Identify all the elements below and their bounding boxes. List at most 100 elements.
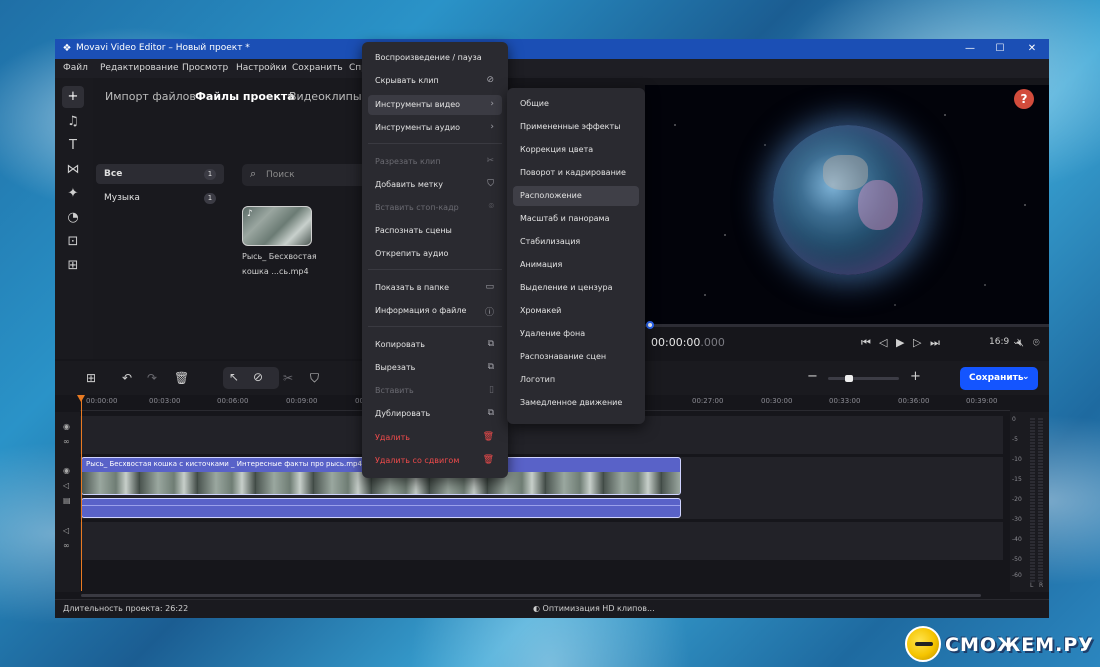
eye-icon[interactable]: ◉ <box>63 422 70 431</box>
tab-import-files[interactable]: Импорт файлов <box>105 90 196 103</box>
media-thumbnail[interactable]: ♪ <box>242 206 312 246</box>
tab-project-files[interactable]: Файлы проекта <box>195 90 295 103</box>
menu-item-show-in-folder[interactable]: Показать в папке ▭ <box>368 278 502 298</box>
submenu-item-stabilization[interactable]: Стабилизация <box>513 232 639 252</box>
skip-end-icon[interactable]: ⏭ <box>930 336 940 350</box>
undo-icon[interactable]: ↶ <box>122 371 132 385</box>
submenu-item-label: Примененные эффекты <box>520 122 621 131</box>
search-input[interactable]: ⌕ Поиск <box>242 164 367 186</box>
menu-item-cut[interactable]: Вырезать ⧉ <box>368 358 502 378</box>
mute-icon[interactable]: 🔇︎ <box>1017 336 1024 350</box>
trash-icon[interactable]: 🗑︎ <box>174 371 189 385</box>
menu-item-video-tools[interactable]: Инструменты видео › <box>368 95 502 115</box>
menu-item-paste[interactable]: Вставить ▯ <box>368 381 502 401</box>
save-button[interactable]: Сохранить ⌄ <box>960 367 1038 390</box>
import-plus-icon[interactable]: + <box>62 86 84 108</box>
stickers-icon[interactable]: ⊡ <box>62 231 84 253</box>
submenu-item-remove-background[interactable]: Удаление фона <box>513 324 639 344</box>
submenu-item-label: Замедленное движение <box>520 398 623 407</box>
menu-edit[interactable]: Редактирование <box>100 63 179 73</box>
submenu-item-applied-effects[interactable]: Примененные эффекты <box>513 117 639 137</box>
menu-item-split-clip[interactable]: Разрезать клип ✂ <box>368 152 502 172</box>
speaker-icon[interactable]: ◁ <box>63 526 69 535</box>
menu-item-add-marker[interactable]: Добавить метку ⛉ <box>368 175 502 195</box>
submenu-item-logo[interactable]: Логотип <box>513 370 639 390</box>
preview-player[interactable] <box>645 85 1049 324</box>
marker-icon[interactable]: ⛉ <box>310 371 319 386</box>
close-button[interactable]: ✕ <box>1017 41 1047 57</box>
play-icon[interactable]: ▶ <box>896 336 904 349</box>
menu-item-freeze-frame[interactable]: Вставить стоп-кадр ⌾ <box>368 198 502 218</box>
menu-item-file-info[interactable]: Информация о файле ⓘ <box>368 301 502 321</box>
titles-icon[interactable]: T <box>62 135 84 157</box>
submenu-item-rotate-crop[interactable]: Поворот и кадрирование <box>513 163 639 183</box>
trash-icon: 🗑︎ <box>482 432 494 442</box>
playhead[interactable] <box>81 395 82 591</box>
scrubber-handle[interactable] <box>646 321 654 329</box>
eye-icon[interactable]: ◉ <box>63 466 70 475</box>
next-frame-icon[interactable]: ▷ <box>913 336 921 349</box>
link-icon[interactable]: ∞ <box>63 541 70 550</box>
zoom-slider[interactable] <box>828 375 899 382</box>
effects-wand-icon[interactable]: ✦ <box>62 183 84 205</box>
submenu-item-zoom-pan[interactable]: Масштаб и панорама <box>513 209 639 229</box>
speaker-icon[interactable]: ◁ <box>63 481 69 490</box>
menu-item-play-pause[interactable]: Воспроизведение / пауза <box>368 48 502 68</box>
submenu-item-chroma-key[interactable]: Хромакей <box>513 301 639 321</box>
submenu-item-scene-detection[interactable]: Распознавание сцен <box>513 347 639 367</box>
menu-view[interactable]: Просмотр <box>182 63 228 73</box>
chevron-down-icon[interactable]: ⌄ <box>1022 372 1030 382</box>
menu-item-detach-audio[interactable]: Открепить аудио <box>368 244 502 264</box>
lock-icon[interactable]: ▤ <box>63 496 71 505</box>
watermark-logo: СМОЖЕМ.РУ <box>905 626 1095 662</box>
menu-item-audio-tools[interactable]: Инструменты аудио › <box>368 118 502 138</box>
timeline-scrollbar[interactable] <box>81 594 981 597</box>
meter-channel: R <box>1039 582 1044 589</box>
submenu-item-highlight-censor[interactable]: Выделение и цензура <box>513 278 639 298</box>
scissors-icon[interactable]: ✂ <box>283 371 293 385</box>
music-icon[interactable]: ♫ <box>62 111 84 133</box>
menu-item-label: Распознать сцены <box>375 226 452 235</box>
zoom-in-icon[interactable]: + <box>910 369 921 384</box>
zoom-out-icon[interactable]: − <box>807 369 818 384</box>
category-music[interactable]: Музыка 1 <box>96 188 224 208</box>
more-tools-icon[interactable]: ⊞ <box>62 255 84 277</box>
maximize-button[interactable]: ☐ <box>985 41 1015 57</box>
add-track-icon[interactable]: ⊞ <box>86 371 96 385</box>
audio-track[interactable] <box>80 522 1003 560</box>
category-count: 1 <box>204 193 216 204</box>
marker-icon: ⛉ <box>487 179 494 189</box>
submenu-item-position[interactable]: Расположение <box>513 186 639 206</box>
menu-item-delete[interactable]: Удалить 🗑︎ <box>368 428 502 448</box>
menu-item-detect-scenes[interactable]: Распознать сцены <box>368 221 502 241</box>
snapshot-camera-icon[interactable]: ⌾ <box>1033 336 1040 350</box>
aspect-ratio-select[interactable]: 16:9 ⌄ <box>989 337 1020 347</box>
menu-save[interactable]: Сохранить <box>292 63 343 73</box>
menu-settings[interactable]: Настройки <box>236 63 287 73</box>
submenu-item-slow-motion[interactable]: Замедленное движение <box>513 393 639 413</box>
submenu-item-animation[interactable]: Анимация <box>513 255 639 275</box>
category-all[interactable]: Все 1 <box>96 164 224 184</box>
audio-clip[interactable] <box>81 498 681 518</box>
submenu-item-color-correction[interactable]: Коррекция цвета <box>513 140 639 160</box>
menu-item-duplicate[interactable]: Дублировать ⧉ <box>368 404 502 424</box>
app-logo-icon: ❖ <box>62 43 72 54</box>
skip-start-icon[interactable]: ⏮ <box>861 336 871 350</box>
menu-item-ripple-delete[interactable]: Удалить со сдвигом 🗑︎ <box>368 451 502 471</box>
link-icon[interactable]: ∞ <box>63 437 70 446</box>
prev-frame-icon[interactable]: ◁ <box>879 336 887 349</box>
minimize-button[interactable]: — <box>955 41 985 57</box>
help-button[interactable]: ? <box>1014 89 1034 109</box>
menu-file[interactable]: Файл <box>63 63 88 73</box>
menu-item-copy[interactable]: Копировать ⧉ <box>368 335 502 355</box>
transitions-icon[interactable]: ⋈ <box>62 159 84 181</box>
menu-item-hide-clip[interactable]: Скрывать клип ⊘ <box>368 71 502 91</box>
pointer-icon[interactable]: ↖ <box>229 370 239 384</box>
filters-icon[interactable]: ◔ <box>62 207 84 229</box>
zoom-slider-handle[interactable] <box>845 375 853 382</box>
magnet-icon[interactable]: ⊘ <box>253 370 263 384</box>
submenu-item-general[interactable]: Общие <box>513 94 639 114</box>
preview-scrubber[interactable] <box>645 321 1049 329</box>
redo-icon[interactable]: ↷ <box>147 371 157 385</box>
tab-videoclips[interactable]: Видеоклипы <box>289 90 362 103</box>
